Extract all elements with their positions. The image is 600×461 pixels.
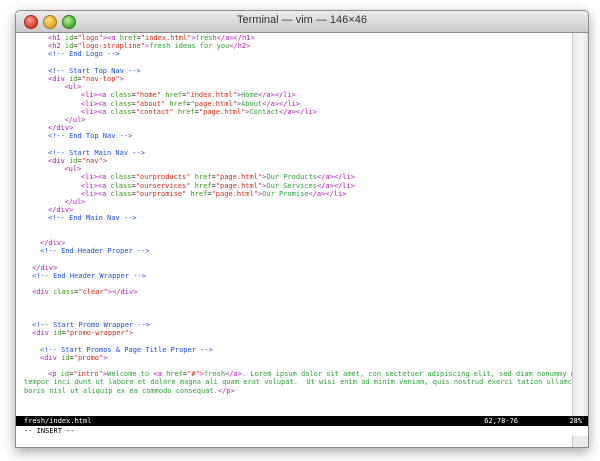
code-line: tempor inci dunt ut labore et dolore mag… (24, 378, 573, 387)
code-line: <div id="promo-wrapper"> (32, 329, 134, 338)
scrollbar[interactable] (572, 33, 588, 416)
code-line: <li><a class="ourproducts" href="page.ht… (80, 173, 355, 182)
vim-editor[interactable]: <h1 id="logo"><a href="index.html">fresh… (16, 33, 573, 416)
code-line: <ul> (64, 83, 82, 92)
status-filename: fresh/index.html (24, 417, 92, 425)
code-line: <!-- End Top Nav --> (48, 132, 133, 141)
code-line: </div> (40, 239, 66, 247)
code-line: <ul> (64, 165, 82, 174)
resize-handle[interactable] (572, 436, 588, 447)
code-line: <li><a class="contact" href="page.html">… (80, 107, 317, 116)
code-line: <!-- Start Top Nav --> (48, 66, 141, 75)
title-bar[interactable]: Terminal — vim — 146×46 (16, 11, 588, 33)
status-cursor-position: 62,78-76 (484, 417, 518, 425)
code-line: <li><a class="about" href="page.html">Ab… (80, 99, 301, 108)
code-line: <!-- End Header Wrapper --> (32, 271, 146, 280)
code-line: boris nisl ut aliquip ex ea commodo cons… (24, 386, 235, 395)
code-line: <p id="intro">Welcome to <a href="#">fre… (48, 370, 573, 379)
code-line: <h2 id="logo-strapline">fresh ideas for … (48, 42, 251, 51)
status-percent: 28% (569, 417, 582, 425)
vim-status-line: fresh/index.html 62,78-76 28% (16, 416, 588, 426)
code-line: <li><a class="home" href="index.html">Ho… (80, 91, 296, 100)
code-line: <div id="nav"> (48, 157, 108, 165)
code-line: <div class="clear"></div> (32, 288, 138, 297)
code-line: </ul> (64, 198, 86, 206)
code-line: <!-- Start Promos & Page Title Proper --… (40, 345, 213, 354)
code-line: <!-- End Logo --> (48, 50, 120, 59)
vim-mode-indicator: -- INSERT -- (16, 426, 573, 436)
window-title: Terminal — vim — 146×46 (237, 14, 367, 26)
code-line: </div> (32, 263, 58, 272)
code-line: <div id="nav-top"> (48, 75, 124, 83)
code-line: <!-- End Main Nav --> (48, 214, 137, 223)
code-line: </ul> (64, 116, 86, 124)
code-line: </div> (48, 124, 74, 133)
code-line: <h1 id="logo"><a href="index.html">fresh… (48, 34, 255, 42)
code-line: <!-- Start Promo Wrapper --> (32, 321, 151, 329)
code-line: </div> (48, 206, 74, 215)
code-line: <div id="promo"> (40, 353, 108, 362)
terminal-window: Terminal — vim — 146×46 <h1 id="logo"><a… (15, 10, 589, 448)
code-line: <!-- End Header Proper --> (40, 247, 150, 256)
code-line: <!-- Start Main Nav --> (48, 148, 145, 157)
code-line: <li><a class="ourservices" href="page.ht… (80, 181, 355, 190)
code-line: <li><a class="ourpromise" href="page.htm… (80, 189, 347, 198)
